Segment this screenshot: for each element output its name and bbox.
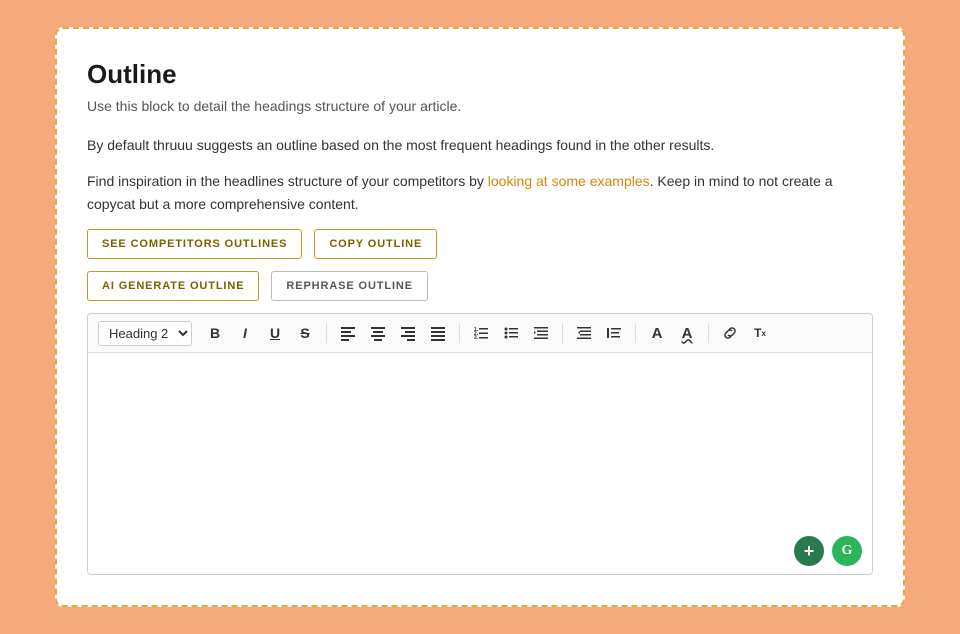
description-2-before: Find inspiration in the headlines struct… <box>87 173 488 189</box>
strikethrough-button[interactable]: S <box>292 320 318 346</box>
examples-link[interactable]: looking at some examples <box>488 173 650 189</box>
block-subtitle: Use this block to detail the headings st… <box>87 98 873 114</box>
divider-5 <box>708 323 709 343</box>
divider-2 <box>459 323 460 343</box>
editor-toolbar: Heading 2 Heading 1 Heading 3 Heading 4 … <box>88 314 872 353</box>
underline-button[interactable]: U <box>262 320 288 346</box>
font-highlight-button[interactable]: A <box>674 320 700 346</box>
indent-more-button[interactable] <box>528 320 554 346</box>
rephrase-button[interactable]: REPHRASE OUTLINE <box>271 271 428 301</box>
editor-footer: + G <box>88 528 872 574</box>
blockquote-button[interactable] <box>601 320 627 346</box>
align-center-button[interactable] <box>365 320 391 346</box>
block-title: Outline <box>87 59 873 90</box>
ordered-list-button[interactable]: 1.2.3. <box>468 320 494 346</box>
heading-select[interactable]: Heading 2 Heading 1 Heading 3 Heading 4 … <box>98 321 192 346</box>
description-2: Find inspiration in the headlines struct… <box>87 170 873 215</box>
align-justify-button[interactable] <box>425 320 451 346</box>
align-right-button[interactable] <box>395 320 421 346</box>
button-row-1: SEE COMPETITORS OUTLINES COPY OUTLINE <box>87 229 873 259</box>
font-color-button[interactable]: A <box>644 320 670 346</box>
ai-generate-button[interactable]: AI GENERATE OUTLINE <box>87 271 259 301</box>
divider-1 <box>326 323 327 343</box>
see-competitors-button[interactable]: SEE COMPETITORS OUTLINES <box>87 229 302 259</box>
editor-content[interactable] <box>88 353 872 528</box>
description-1: By default thruuu suggests an outline ba… <box>87 134 873 156</box>
divider-4 <box>635 323 636 343</box>
add-icon-button[interactable]: + <box>794 536 824 566</box>
button-row-2: AI GENERATE OUTLINE REPHRASE OUTLINE <box>87 271 873 301</box>
link-button[interactable] <box>717 320 743 346</box>
divider-3 <box>562 323 563 343</box>
copy-outline-button[interactable]: COPY OUTLINE <box>314 229 437 259</box>
editor-wrapper: Heading 2 Heading 1 Heading 3 Heading 4 … <box>87 313 873 575</box>
clear-format-button[interactable]: Tx <box>747 320 773 346</box>
grammarly-icon-button[interactable]: G <box>832 536 862 566</box>
outdent-button[interactable] <box>571 320 597 346</box>
italic-button[interactable]: I <box>232 320 258 346</box>
bold-button[interactable]: B <box>202 320 228 346</box>
svg-text:3.: 3. <box>474 335 479 341</box>
main-card: Outline Use this block to detail the hea… <box>55 27 905 607</box>
unordered-list-button[interactable] <box>498 320 524 346</box>
align-left-button[interactable] <box>335 320 361 346</box>
